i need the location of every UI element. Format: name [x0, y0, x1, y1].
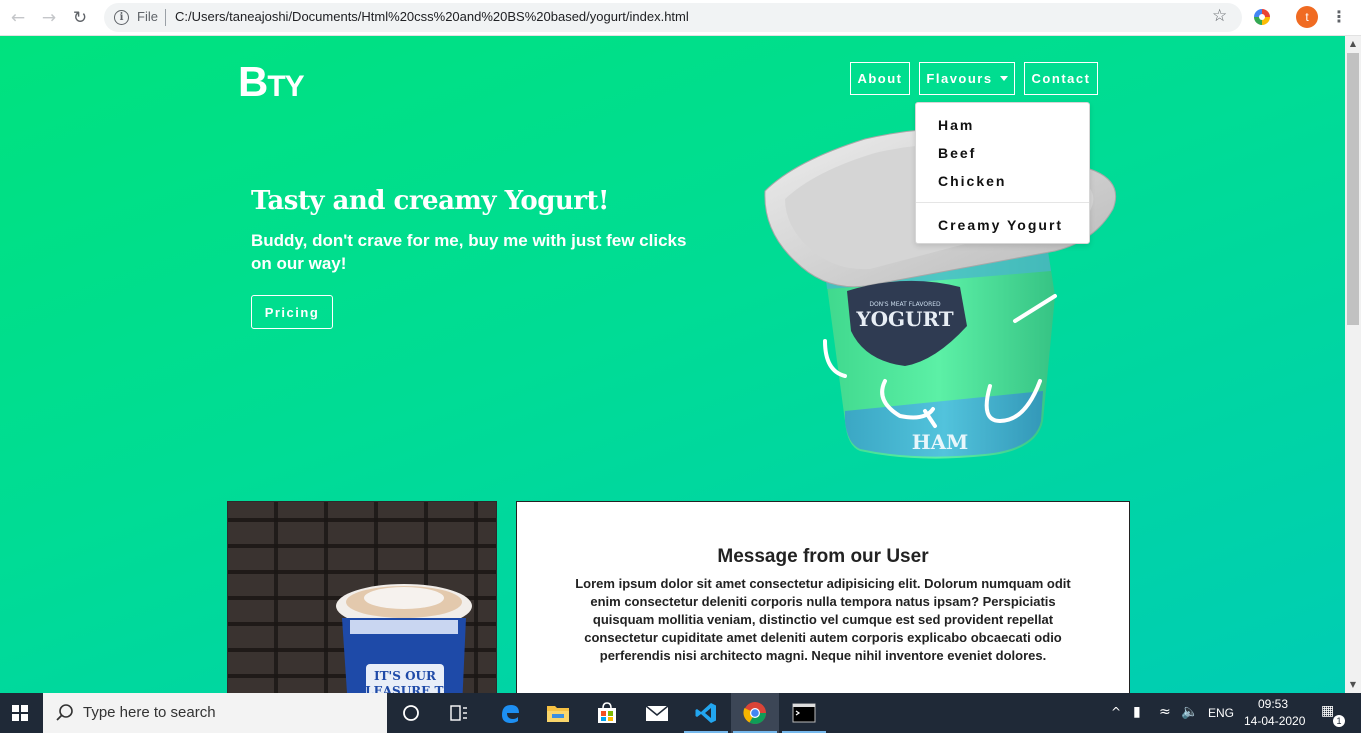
logo-letter: B	[238, 58, 268, 105]
language-indicator[interactable]: ENG	[1208, 706, 1234, 720]
pricing-button[interactable]: Pricing	[251, 295, 333, 329]
search-icon	[56, 704, 73, 721]
site-logo[interactable]: BTY	[238, 58, 305, 106]
bookmark-star-icon[interactable]: ☆	[1212, 6, 1227, 26]
windows-logo-icon	[12, 705, 28, 721]
wifi-icon[interactable]: ≈	[1159, 704, 1171, 720]
taskbar-search-box[interactable]: Type here to search	[43, 693, 387, 733]
notifications-icon[interactable]: ▦	[1321, 703, 1334, 719]
chrome-icon[interactable]	[731, 693, 779, 733]
cup-flavor-text: HAM	[912, 430, 969, 454]
nav-contact[interactable]: Contact	[1024, 62, 1098, 95]
battery-icon[interactable]: ▮	[1133, 704, 1141, 720]
nav-flavours-label: Flavours	[926, 71, 993, 86]
testimonial-body: Lorem ipsum dolor sit amet consectetur a…	[575, 576, 1071, 663]
page-viewport: BTY About Flavours Contact Tasty and cre…	[0, 36, 1345, 693]
task-view-icon[interactable]	[387, 693, 435, 733]
url-text[interactable]: C:/Users/taneajoshi/Documents/Html%20css…	[175, 9, 689, 24]
nav-about[interactable]: About	[850, 62, 910, 95]
volume-icon[interactable]: 🔈	[1181, 704, 1198, 720]
windows-taskbar: Type here to search ^ ▮ ≈ 🔈 ENG 09:53 14…	[0, 693, 1361, 733]
page-scrollbar[interactable]: ▲ ▼	[1345, 36, 1361, 693]
file-explorer-icon[interactable]	[534, 693, 582, 733]
vscode-icon[interactable]	[682, 693, 730, 733]
hero-title: Tasty and creamy Yogurt!	[251, 186, 609, 216]
dropdown-item-beef[interactable]: Beef	[938, 145, 976, 161]
mail-icon[interactable]	[633, 693, 681, 733]
notification-count-badge: 1	[1333, 715, 1345, 727]
flavours-dropdown-menu: Ham Beef Chicken Creamy Yogurt	[915, 102, 1090, 244]
forward-arrow-icon[interactable]: →	[37, 6, 61, 30]
nav-flavours-dropdown[interactable]: Flavours	[919, 62, 1015, 95]
extension-icon[interactable]	[1254, 9, 1270, 25]
profile-avatar[interactable]: t	[1296, 6, 1318, 28]
testimonial-title: Message from our User	[717, 546, 929, 567]
logo-rest: TY	[267, 70, 304, 103]
address-bar[interactable]: i File C:/Users/taneajoshi/Documents/Htm…	[104, 3, 1242, 32]
reload-icon[interactable]: ↻	[68, 6, 92, 30]
hero-subtitle: Buddy, don't crave for me, buy me with j…	[251, 231, 687, 273]
photo-cup-line2: PLEASURE TO	[356, 684, 454, 693]
terminal-icon[interactable]	[780, 693, 828, 733]
user-photo: IT'S OUR PLEASURE TO	[227, 501, 497, 693]
clock-time[interactable]: 09:53	[1258, 697, 1288, 711]
info-icon[interactable]: i	[114, 10, 129, 25]
photo-cup-line1: IT'S OUR	[374, 669, 437, 683]
edge-browser-icon[interactable]	[486, 693, 534, 733]
clock-date[interactable]: 14-04-2020	[1244, 714, 1305, 728]
caret-down-icon	[999, 76, 1008, 81]
browser-menu-icon[interactable]: ⋮	[1330, 7, 1348, 27]
dropdown-item-chicken[interactable]: Chicken	[938, 173, 1006, 189]
back-arrow-icon[interactable]: ←	[6, 6, 30, 30]
testimonial-card: Message from our User Lorem ipsum dolor …	[516, 501, 1130, 693]
start-button[interactable]	[0, 693, 40, 733]
yogurt-cup-photo: IT'S OUR PLEASURE TO	[336, 584, 472, 693]
chevron-up-icon[interactable]: ^	[1111, 705, 1121, 719]
address-separator	[165, 9, 166, 26]
cup-brand-text: YOGURT	[855, 307, 953, 331]
taskbar-search-placeholder: Type here to search	[83, 704, 216, 721]
dropdown-divider	[916, 202, 1089, 203]
scroll-thumb[interactable]	[1347, 53, 1359, 325]
dropdown-item-creamy-yogurt[interactable]: Creamy Yogurt	[938, 217, 1063, 233]
store-icon[interactable]	[583, 693, 631, 733]
browser-toolbar: ← → ↻ i File C:/Users/taneajoshi/Documen…	[0, 0, 1361, 36]
scroll-up-arrow-icon[interactable]: ▲	[1345, 36, 1361, 52]
scroll-down-arrow-icon[interactable]: ▼	[1345, 677, 1361, 693]
dropdown-item-ham[interactable]: Ham	[938, 117, 974, 133]
file-scheme-label: File	[137, 9, 158, 24]
widgets-icon[interactable]	[435, 693, 483, 733]
